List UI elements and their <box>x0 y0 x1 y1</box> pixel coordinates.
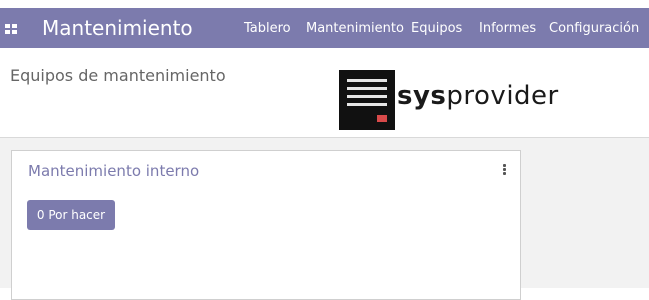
menu-equipos[interactable]: Equipos <box>411 21 462 37</box>
menu-tablero[interactable]: Tablero <box>244 21 291 37</box>
logo-mark-icon <box>339 70 395 130</box>
menu-mantenimiento[interactable]: Mantenimiento <box>306 21 404 37</box>
team-card[interactable]: Mantenimiento interno 0 Por hacer <box>11 150 521 300</box>
sysprovider-logo: sysprovider <box>339 70 575 130</box>
grid-apps-icon[interactable] <box>5 24 17 34</box>
menu-informes[interactable]: Informes <box>479 21 536 37</box>
control-panel: Equipos de mantenimiento sysprovider <box>0 48 649 138</box>
kanban-view: Mantenimiento interno 0 Por hacer <box>0 138 649 300</box>
app-title[interactable]: Mantenimiento <box>42 16 193 40</box>
logo-wordmark: sysprovider <box>397 81 559 111</box>
todo-count-button[interactable]: 0 Por hacer <box>27 200 115 230</box>
team-card-title[interactable]: Mantenimiento interno <box>28 161 199 181</box>
top-navbar: Mantenimiento Tablero Mantenimiento Equi… <box>0 8 649 48</box>
breadcrumb: Equipos de mantenimiento <box>10 66 226 85</box>
vertical-ellipsis-icon[interactable] <box>502 164 508 176</box>
menu-configuracion[interactable]: Configuración <box>549 21 639 37</box>
